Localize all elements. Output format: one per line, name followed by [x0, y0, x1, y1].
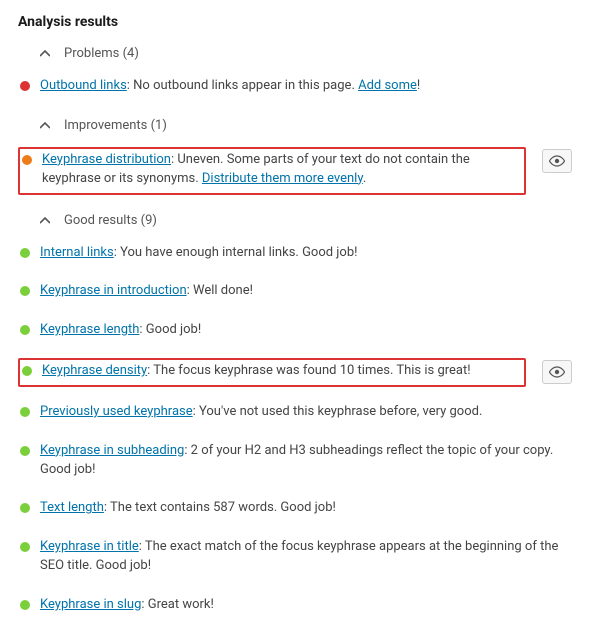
- metric-link-keyphrase-subheading[interactable]: Keyphrase in subheading: [40, 443, 184, 458]
- chevron-up-icon: [40, 122, 54, 129]
- metric-link-keyphrase-density[interactable]: Keyphrase density: [42, 363, 147, 378]
- analysis-item: Keyphrase in slug: Great work!: [18, 590, 572, 629]
- status-bullet-green: [20, 542, 30, 552]
- item-text: Keyphrase in slug: Great work!: [40, 596, 566, 615]
- status-bullet-green: [20, 600, 30, 610]
- analysis-item: Keyphrase in introduction: Well done!: [18, 276, 572, 315]
- status-bullet-green: [20, 325, 30, 335]
- metric-link-keyphrase-distribution[interactable]: Keyphrase distribution: [42, 152, 171, 167]
- eye-highlight-button[interactable]: [542, 360, 572, 384]
- metric-link-keyphrase-length[interactable]: Keyphrase length: [40, 322, 139, 337]
- metric-link-text-length[interactable]: Text length: [40, 500, 104, 515]
- item-text: Keyphrase distribution: Uneven. Some par…: [42, 151, 518, 189]
- status-bullet-orange: [22, 155, 32, 165]
- item-text: Keyphrase density: The focus keyphrase w…: [42, 362, 518, 381]
- chevron-up-icon: [40, 50, 54, 57]
- item-text: Keyphrase in title: The exact match of t…: [40, 538, 566, 576]
- metric-link-keyphrase-intro[interactable]: Keyphrase in introduction: [40, 283, 187, 298]
- item-text: Keyphrase in introduction: Well done!: [40, 282, 566, 301]
- item-text: Previously used keyphrase: You've not us…: [40, 403, 566, 422]
- status-bullet-green: [20, 407, 30, 417]
- metric-link-keyphrase-slug[interactable]: Keyphrase in slug: [40, 597, 141, 612]
- metric-link-outbound-links[interactable]: Outbound links: [40, 78, 127, 93]
- analysis-item: Keyphrase distribution: Uneven. Some par…: [18, 143, 572, 205]
- analysis-item: Keyphrase in subheading: 2 of your H2 an…: [18, 436, 572, 494]
- status-bullet-green: [20, 286, 30, 296]
- metric-link-internal-links[interactable]: Internal links: [40, 245, 114, 260]
- action-link-distribute-evenly[interactable]: Distribute them more evenly: [202, 171, 363, 186]
- status-bullet-green: [20, 446, 30, 456]
- item-text: Outbound links: No outbound links appear…: [40, 77, 566, 96]
- analysis-item: Text length: The text contains 587 words…: [18, 493, 572, 532]
- chevron-up-icon: [40, 217, 54, 224]
- metric-link-prev-keyphrase[interactable]: Previously used keyphrase: [40, 404, 193, 419]
- item-text: Keyphrase in subheading: 2 of your H2 an…: [40, 442, 566, 480]
- status-bullet-green: [20, 248, 30, 258]
- analysis-item: Keyphrase length: Good job!: [18, 315, 572, 354]
- eye-highlight-button[interactable]: [542, 149, 572, 173]
- analysis-item: Previously used keyphrase: You've not us…: [18, 397, 572, 436]
- analysis-item: Keyphrase density: The focus keyphrase w…: [18, 354, 572, 397]
- page-title: Analysis results: [18, 14, 572, 30]
- section-label: Improvements (1): [64, 118, 167, 133]
- section-header-good-results[interactable]: Good results (9): [40, 213, 572, 228]
- status-bullet-green: [22, 366, 32, 376]
- item-text: Text length: The text contains 587 words…: [40, 499, 566, 518]
- status-bullet-green: [20, 503, 30, 513]
- analysis-item: Keyphrase in title: The exact match of t…: [18, 532, 572, 590]
- action-link-add-some[interactable]: Add some: [358, 78, 417, 93]
- analysis-item: Internal links: You have enough internal…: [18, 238, 572, 277]
- section-label: Good results (9): [64, 213, 157, 228]
- section-header-improvements[interactable]: Improvements (1): [40, 118, 572, 133]
- section-header-problems[interactable]: Problems (4): [40, 46, 572, 61]
- analysis-item: Outbound links: No outbound links appear…: [18, 71, 572, 110]
- section-label: Problems (4): [64, 46, 139, 61]
- item-text: Internal links: You have enough internal…: [40, 244, 566, 263]
- item-text: Keyphrase length: Good job!: [40, 321, 566, 340]
- status-bullet-red: [20, 81, 30, 91]
